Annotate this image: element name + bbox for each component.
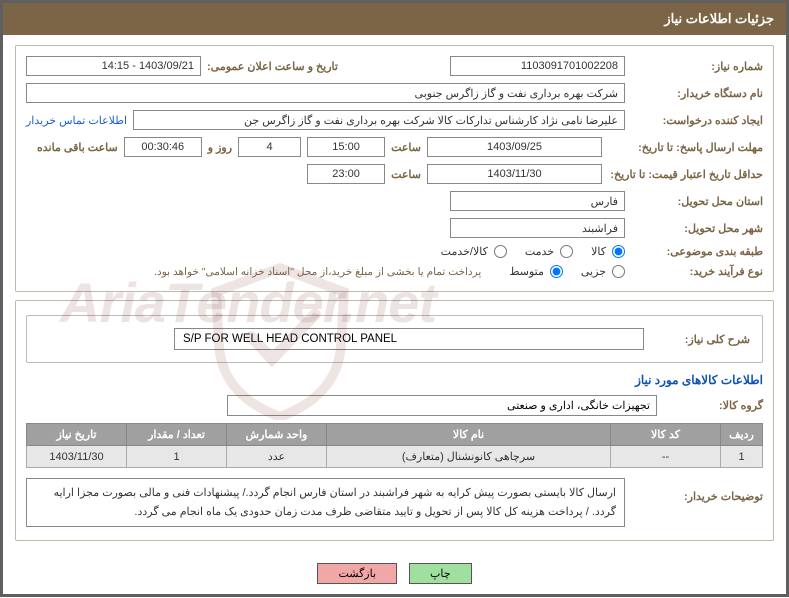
cell-idx: 1 [721, 446, 763, 468]
category-radio-group: کالا خدمت کالا/خدمت [427, 245, 625, 258]
th-qty: تعداد / مقدار [127, 424, 227, 446]
goods-table: ردیف کد کالا نام کالا واحد شمارش تعداد /… [26, 423, 763, 468]
radio-medium[interactable] [550, 265, 563, 278]
th-date: تاریخ نیاز [27, 424, 127, 446]
radio-goods[interactable] [612, 245, 625, 258]
need-number-field: 1103091701002208 [450, 56, 625, 76]
th-name: نام کالا [327, 424, 611, 446]
radio-goods-label: کالا [591, 245, 606, 258]
radio-small-label: جزیی [581, 265, 606, 278]
button-bar: چاپ بازگشت [3, 553, 786, 594]
back-button[interactable]: بازگشت [317, 563, 397, 584]
th-code: کد کالا [611, 424, 721, 446]
process-label: نوع فرآیند خرید: [631, 265, 763, 278]
remaining-label: ساعت باقی مانده [37, 141, 118, 154]
validity-date-field: 1403/11/30 [427, 164, 602, 184]
buyer-org-field: شرکت بهره برداری نفت و گاز زاگرس جنوبی [26, 83, 625, 103]
city-field: فراشبند [450, 218, 625, 238]
group-label: گروه کالا: [663, 399, 763, 412]
top-info-panel: شماره نیاز: 1103091701002208 تاریخ و ساع… [15, 45, 774, 292]
days-remaining-field: 4 [238, 137, 301, 157]
requester-field: علیرضا نامی نژاد کارشناس تدارکات کالا شر… [133, 110, 625, 130]
buyer-contact-link[interactable]: اطلاعات تماس خریدار [26, 114, 127, 127]
description-field: S/P FOR WELL HEAD CONTROL PANEL [174, 328, 644, 350]
radio-service-label: خدمت [525, 245, 554, 258]
detail-panel: شرح کلی نیاز: S/P FOR WELL HEAD CONTROL … [15, 300, 774, 541]
deadline-hour-field: 15:00 [307, 137, 385, 157]
city-label: شهر محل تحویل: [631, 222, 763, 235]
province-label: استان محل تحویل: [631, 195, 763, 208]
validity-hour-field: 23:00 [307, 164, 385, 184]
hour-label-2: ساعت [391, 168, 421, 181]
description-label: شرح کلی نیاز: [650, 333, 750, 346]
goods-info-title: اطلاعات کالاهای مورد نیاز [28, 373, 763, 387]
radio-medium-label: متوسط [509, 265, 544, 278]
validity-label: حداقل تاریخ اعتبار قیمت: تا تاریخ: [608, 168, 763, 181]
category-label: طبقه بندی موضوعی: [631, 245, 763, 258]
cell-date: 1403/11/30 [27, 446, 127, 468]
description-box: شرح کلی نیاز: S/P FOR WELL HEAD CONTROL … [26, 315, 763, 363]
hour-label-1: ساعت [391, 141, 421, 154]
radio-small[interactable] [612, 265, 625, 278]
announce-date-label: تاریخ و ساعت اعلان عمومی: [207, 60, 338, 73]
main-frame: جزئیات اطلاعات نیاز شماره نیاز: 11030917… [0, 0, 789, 597]
buyer-notes-field: ارسال کالا بایستی بصورت پیش کرایه به شهر… [26, 478, 625, 527]
cell-unit: عدد [227, 446, 327, 468]
th-unit: واحد شمارش [227, 424, 327, 446]
table-row: 1 -- سرچاهی کانونشنال (متعارف) عدد 1 140… [27, 446, 763, 468]
radio-both-label: کالا/خدمت [441, 245, 488, 258]
buyer-org-label: نام دستگاه خریدار: [631, 87, 763, 100]
announce-date-field: 1403/09/21 - 14:15 [26, 56, 201, 76]
province-field: فارس [450, 191, 625, 211]
cell-qty: 1 [127, 446, 227, 468]
process-radio-group: جزیی متوسط [495, 265, 625, 278]
th-row: ردیف [721, 424, 763, 446]
group-field: تجهیزات خانگی، اداری و صنعتی [227, 395, 657, 416]
buyer-notes-label: توضیحات خریدار: [631, 478, 763, 503]
cell-name: سرچاهی کانونشنال (متعارف) [327, 446, 611, 468]
deadline-label: مهلت ارسال پاسخ: تا تاریخ: [608, 141, 763, 154]
page-title: جزئیات اطلاعات نیاز [664, 11, 774, 26]
requester-label: ایجاد کننده درخواست: [631, 114, 763, 127]
process-note: پرداخت تمام یا بخشی از مبلغ خرید،از محل … [154, 266, 481, 278]
cell-code: -- [611, 446, 721, 468]
days-and-label: روز و [208, 141, 232, 154]
radio-both[interactable] [494, 245, 507, 258]
page-title-bar: جزئیات اطلاعات نیاز [3, 3, 786, 35]
need-number-label: شماره نیاز: [631, 60, 763, 73]
radio-service[interactable] [560, 245, 573, 258]
countdown-field: 00:30:46 [124, 137, 202, 157]
deadline-date-field: 1403/09/25 [427, 137, 602, 157]
print-button[interactable]: چاپ [409, 563, 472, 584]
